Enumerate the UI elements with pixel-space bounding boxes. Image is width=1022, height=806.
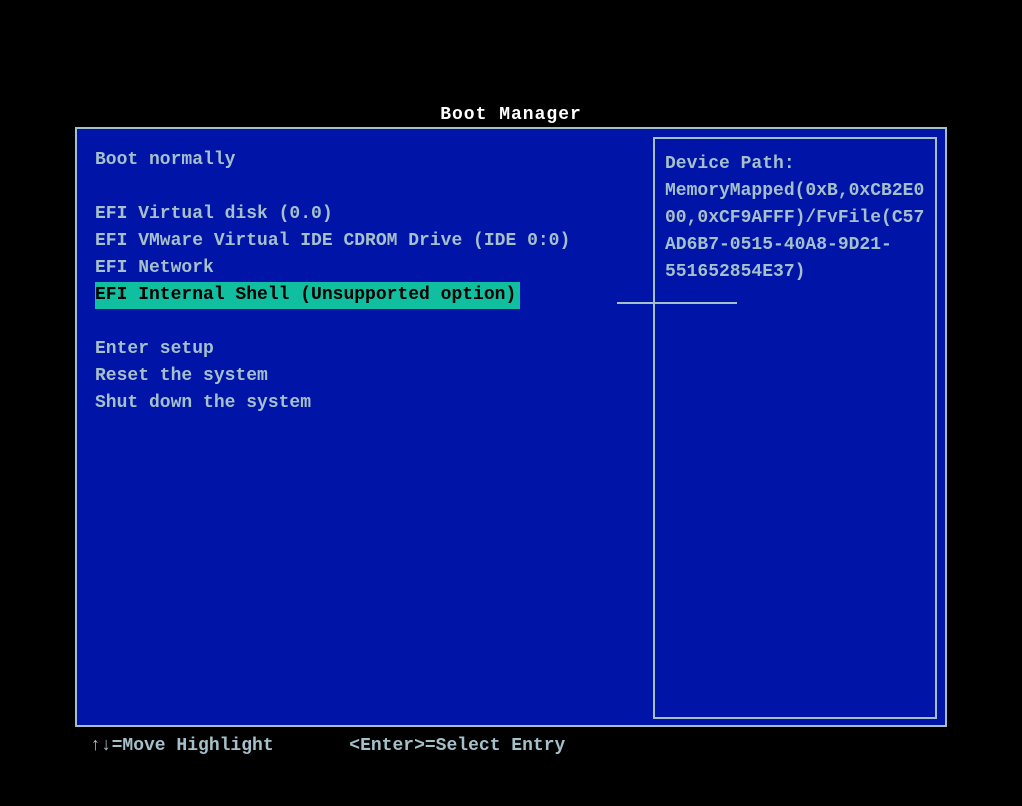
boot-menu: Boot normally EFI Virtual disk (0.0) EFI…	[95, 147, 655, 417]
info-label: Device Path:	[665, 151, 925, 178]
main-panel: Boot normally EFI Virtual disk (0.0) EFI…	[75, 127, 947, 727]
menu-item-efi-virtual-disk[interactable]: EFI Virtual disk (0.0)	[95, 201, 655, 228]
menu-item-efi-cdrom[interactable]: EFI VMware Virtual IDE CDROM Drive (IDE …	[95, 228, 655, 255]
info-value: MemoryMapped(0xB,0xCB2E000,0xCF9AFFF)/Fv…	[665, 178, 925, 286]
page-title: Boot Manager	[0, 105, 1022, 125]
info-panel: Device Path: MemoryMapped(0xB,0xCB2E000,…	[653, 137, 937, 719]
menu-item-shutdown-system[interactable]: Shut down the system	[95, 390, 655, 417]
menu-item-efi-network[interactable]: EFI Network	[95, 255, 655, 282]
hint-select: <Enter>=Select Entry	[349, 736, 565, 756]
menu-item-efi-internal-shell[interactable]: EFI Internal Shell (Unsupported option)	[95, 282, 520, 309]
menu-spacer	[95, 309, 655, 336]
menu-item-enter-setup[interactable]: Enter setup	[95, 336, 655, 363]
menu-item-reset-system[interactable]: Reset the system	[95, 363, 655, 390]
footer-hints: ↑↓=Move Highlight <Enter>=Select Entry	[90, 736, 565, 756]
menu-spacer	[95, 174, 655, 201]
menu-item-boot-normally[interactable]: Boot normally	[95, 147, 655, 174]
hint-move: ↑↓=Move Highlight	[90, 736, 274, 756]
